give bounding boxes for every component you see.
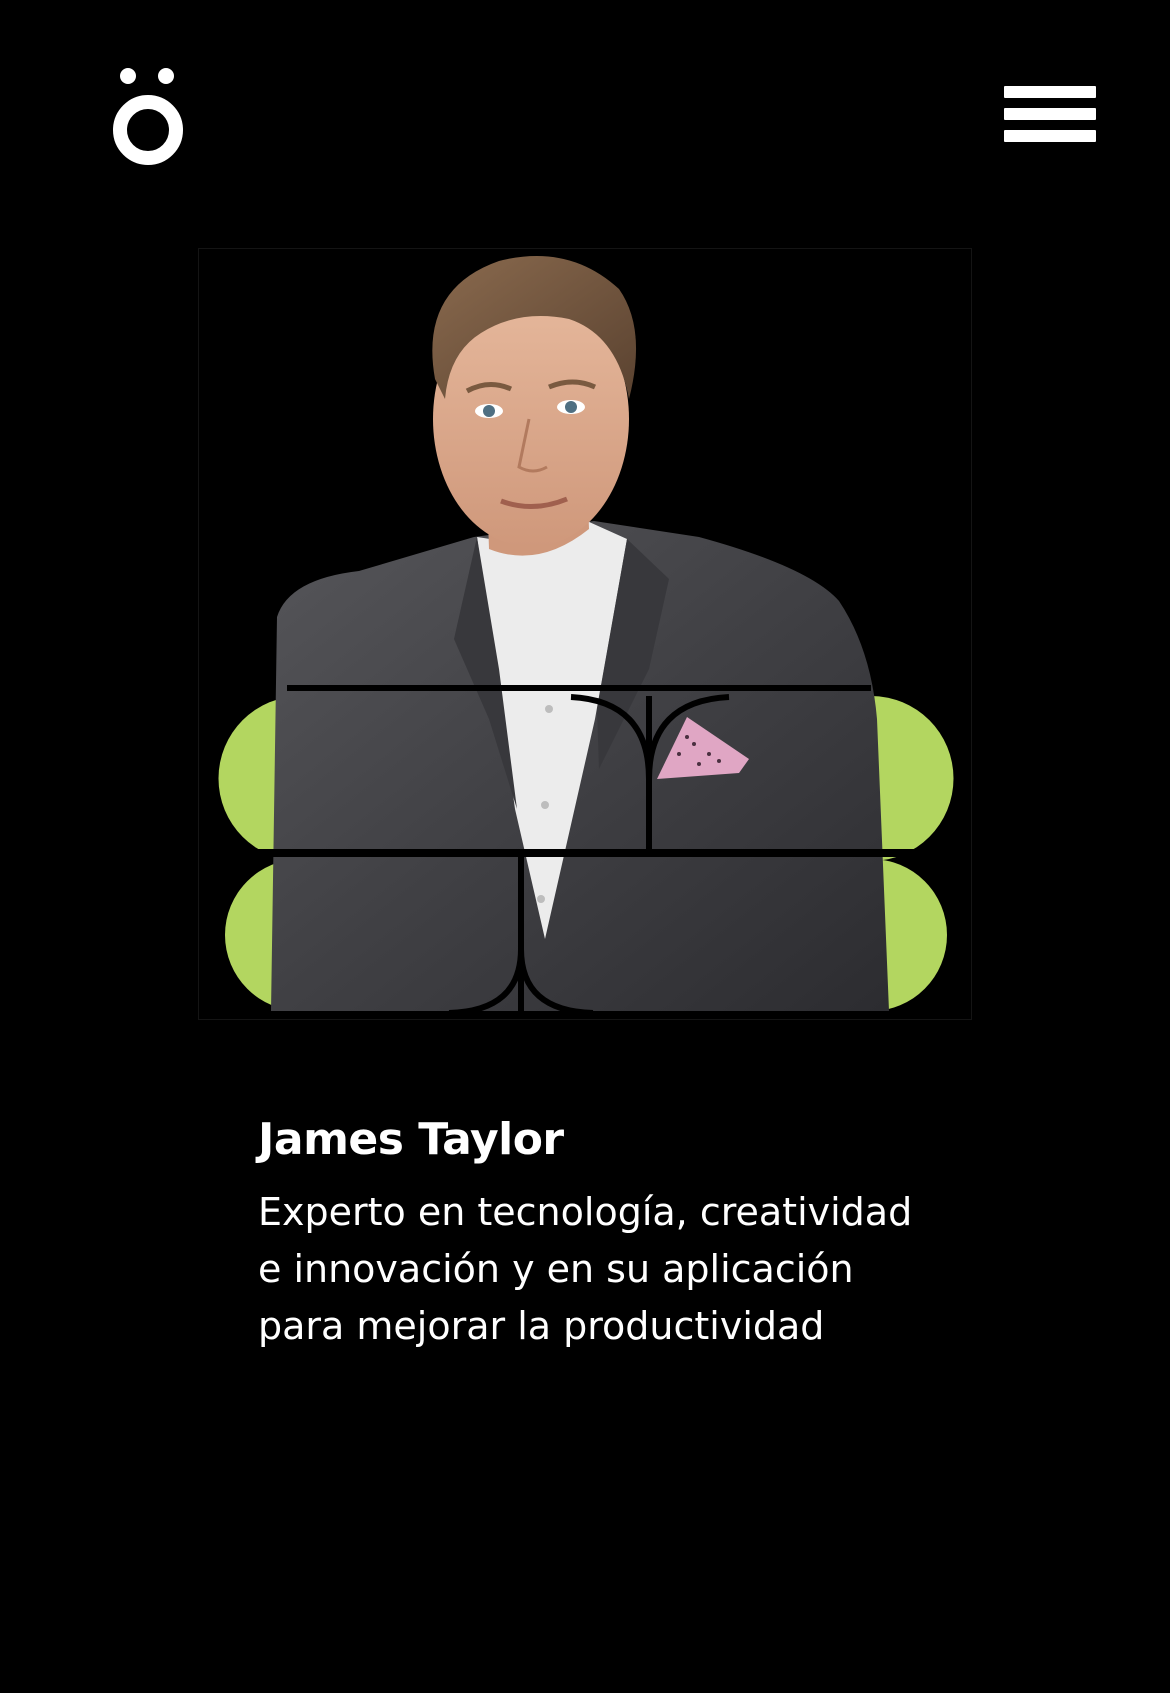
speaker-portrait-illustration — [218, 255, 954, 1019]
hamburger-menu-button[interactable] — [1004, 84, 1096, 148]
o-umlaut-logo-icon[interactable] — [98, 56, 202, 174]
speaker-portrait — [198, 248, 972, 1020]
site-header — [0, 0, 1170, 200]
speaker-description: Experto en tecnología, creatividad e inn… — [258, 1190, 913, 1348]
speaker-info: James Taylor Experto en tecnología, crea… — [258, 1108, 958, 1355]
speaker-name: James Taylor — [258, 1114, 564, 1165]
hamburger-menu-icon — [1004, 86, 1096, 98]
